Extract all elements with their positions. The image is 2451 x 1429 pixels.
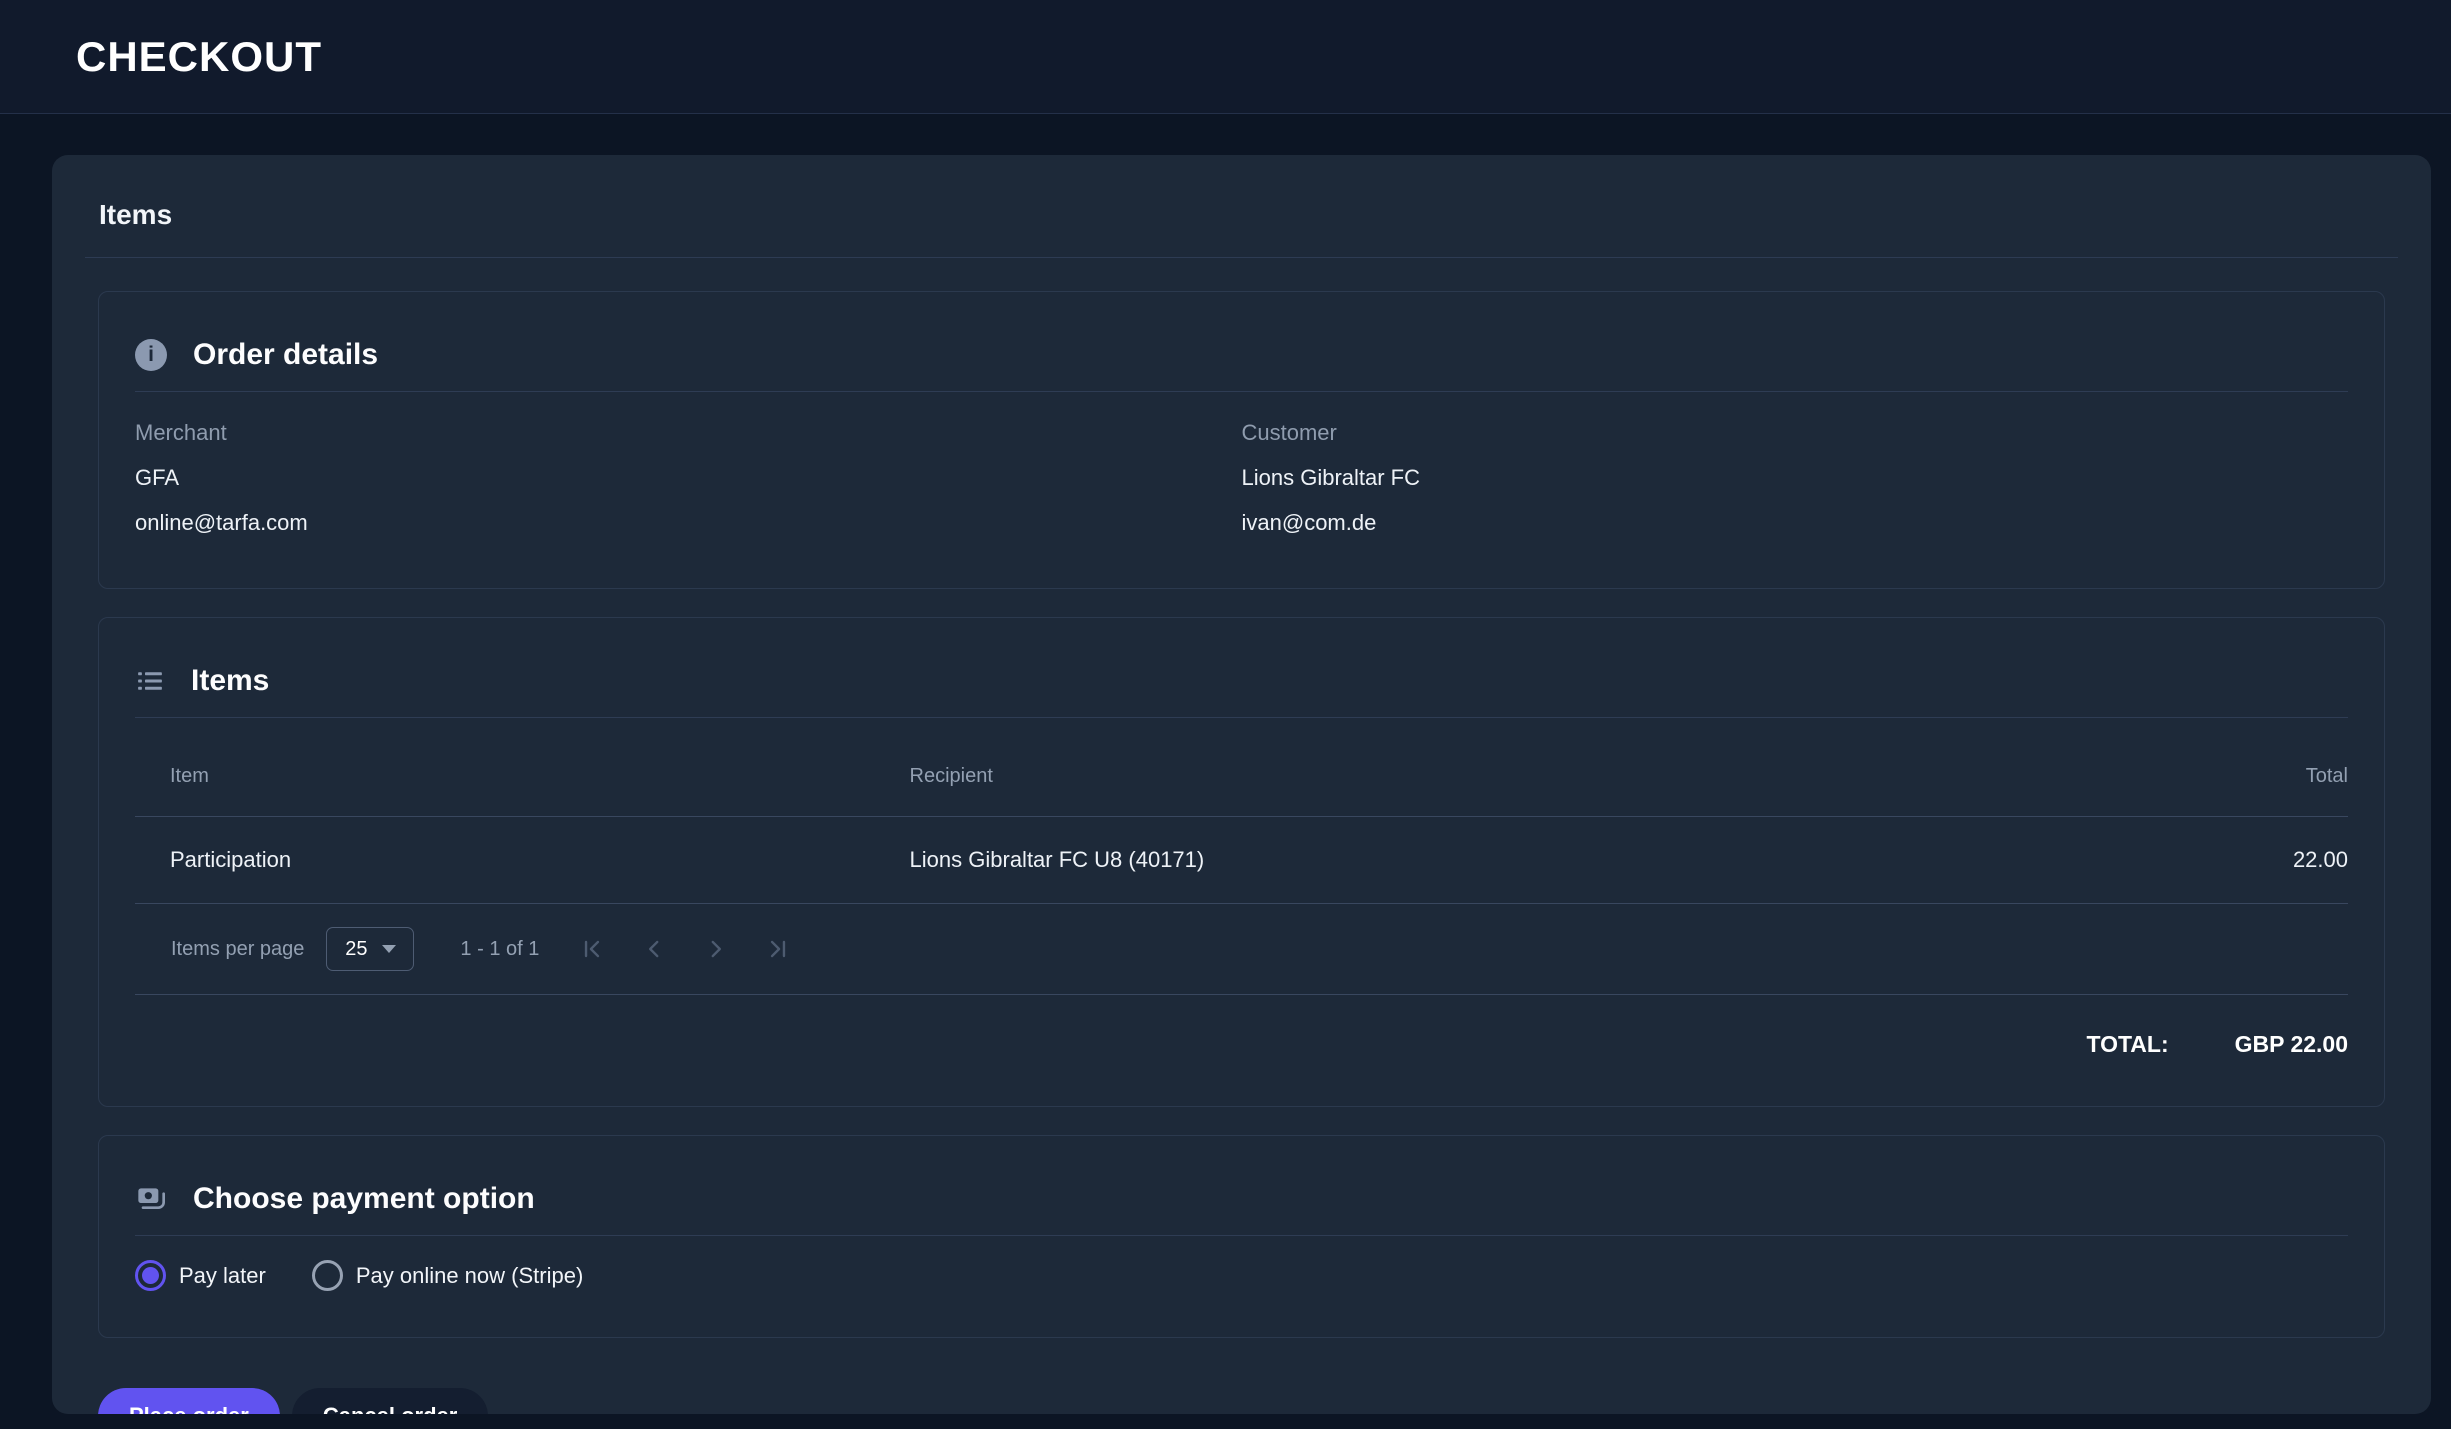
card-title-divider bbox=[85, 257, 2398, 258]
payments-icon bbox=[135, 1183, 167, 1215]
merchant-label: Merchant bbox=[135, 420, 1242, 446]
card-title: Items bbox=[85, 155, 2398, 257]
order-details-grid: Merchant GFA online@tarfa.com Customer L… bbox=[135, 392, 2348, 588]
order-details-panel: i Order details Merchant GFA online@tarf… bbox=[98, 291, 2385, 589]
order-total-label: TOTAL: bbox=[2086, 1031, 2168, 1058]
items-title: Items bbox=[191, 664, 269, 698]
action-buttons: Place order Cancel order bbox=[98, 1388, 2398, 1414]
next-page-icon bbox=[703, 936, 731, 962]
column-header-recipient: Recipient bbox=[910, 765, 2306, 788]
checkout-card: Items i Order details Merchant GFA onlin… bbox=[52, 155, 2431, 1414]
items-header: Items bbox=[135, 618, 2348, 717]
pay-online-label: Pay online now (Stripe) bbox=[356, 1263, 583, 1289]
pay-later-radio[interactable] bbox=[135, 1260, 166, 1291]
items-per-page-label: Items per page bbox=[171, 938, 304, 961]
merchant-name: GFA bbox=[135, 465, 1242, 491]
order-details-title: Order details bbox=[193, 338, 378, 372]
payment-panel: Choose payment option Pay later Pay onli… bbox=[98, 1135, 2385, 1338]
pay-online-option[interactable]: Pay online now (Stripe) bbox=[312, 1260, 583, 1291]
pagination-controls bbox=[579, 935, 793, 963]
customer-column: Customer Lions Gibraltar FC ivan@com.de bbox=[1242, 420, 2349, 536]
payment-title: Choose payment option bbox=[193, 1182, 535, 1216]
column-header-total: Total bbox=[2306, 765, 2348, 788]
customer-label: Customer bbox=[1242, 420, 2349, 446]
last-page-icon bbox=[765, 936, 793, 962]
pay-online-radio[interactable] bbox=[312, 1260, 343, 1291]
chevron-down-icon bbox=[382, 945, 396, 953]
column-header-item: Item bbox=[135, 765, 910, 788]
cancel-order-button[interactable]: Cancel order bbox=[292, 1388, 489, 1414]
page-range-label: 1 - 1 of 1 bbox=[460, 938, 539, 961]
first-page-button[interactable] bbox=[579, 935, 607, 963]
payment-options: Pay later Pay online now (Stripe) bbox=[135, 1236, 2348, 1337]
list-icon bbox=[135, 666, 165, 696]
items-panel: Items Item Recipient Total Participation… bbox=[98, 617, 2385, 1107]
customer-name: Lions Gibraltar FC bbox=[1242, 465, 2349, 491]
page-size-value: 25 bbox=[345, 938, 367, 961]
customer-email: ivan@com.de bbox=[1242, 510, 2349, 536]
first-page-icon bbox=[579, 936, 607, 962]
pay-later-option[interactable]: Pay later bbox=[135, 1260, 266, 1291]
row-total: 22.00 bbox=[2293, 847, 2348, 873]
place-order-button[interactable]: Place order bbox=[98, 1388, 280, 1414]
items-per-page-select[interactable]: 25 bbox=[326, 927, 414, 971]
row-item: Participation bbox=[135, 847, 910, 873]
order-total-row: TOTAL: GBP 22.00 bbox=[135, 995, 2348, 1106]
row-recipient: Lions Gibraltar FC U8 (40171) bbox=[910, 847, 2293, 873]
info-icon: i bbox=[135, 339, 167, 371]
paginator: Items per page 25 1 - 1 of 1 bbox=[135, 904, 2348, 995]
last-page-button[interactable] bbox=[765, 935, 793, 963]
pay-later-label: Pay later bbox=[179, 1263, 266, 1289]
previous-page-icon bbox=[641, 936, 669, 962]
order-total-value: GBP 22.00 bbox=[2235, 1031, 2348, 1058]
app-title: CHECKOUT bbox=[76, 33, 322, 81]
previous-page-button[interactable] bbox=[641, 935, 669, 963]
next-page-button[interactable] bbox=[703, 935, 731, 963]
merchant-email: online@tarfa.com bbox=[135, 510, 1242, 536]
merchant-column: Merchant GFA online@tarfa.com bbox=[135, 420, 1242, 536]
table-row: Participation Lions Gibraltar FC U8 (401… bbox=[135, 817, 2348, 904]
table-header-row: Item Recipient Total bbox=[135, 718, 2348, 817]
payment-header: Choose payment option bbox=[135, 1136, 2348, 1235]
order-details-header: i Order details bbox=[135, 292, 2348, 391]
top-bar: CHECKOUT bbox=[0, 0, 2451, 114]
